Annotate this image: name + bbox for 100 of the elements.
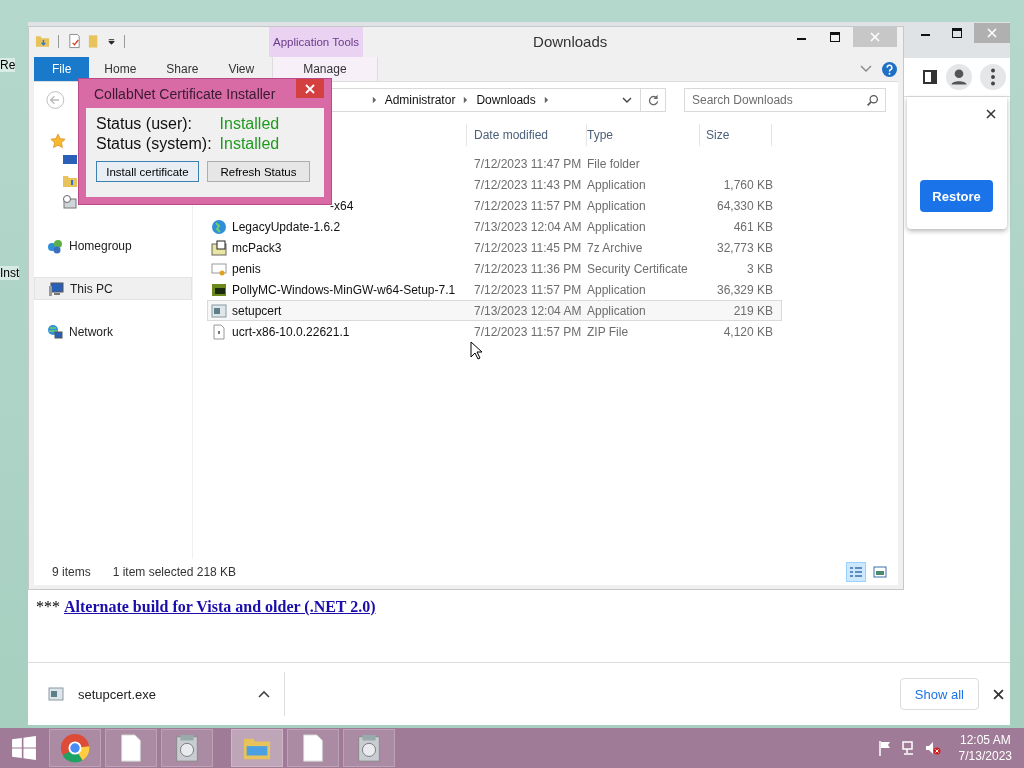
type-cell-text: Application bbox=[587, 177, 647, 192]
selected-file-row[interactable]: setupcert 7/13/2023 12:04 AM Application 219 KB bbox=[207, 300, 782, 321]
network-icon bbox=[47, 323, 63, 340]
date-cell-text: 7/12/2023 11:57 PM bbox=[473, 198, 583, 213]
ribbon-tab[interactable]: Share bbox=[151, 57, 214, 81]
file-row[interactable]: LegacyUpdate-1.6.2 7/13/2023 12:04 AM Application 461 KB bbox=[207, 216, 782, 237]
clock-date[interactable]: 7/13/2023 bbox=[958, 748, 1012, 764]
desktop-icon-label[interactable]: Inst bbox=[0, 266, 20, 280]
dropdown-icon[interactable] bbox=[107, 36, 116, 46]
status-label: Status (user): bbox=[96, 114, 194, 134]
search-field[interactable]: Search Downloads bbox=[684, 88, 886, 112]
side-panel-icon[interactable] bbox=[922, 69, 938, 85]
date-cell-text: 7/12/2023 11:47 PM bbox=[473, 156, 583, 171]
chevron-icon[interactable] bbox=[371, 96, 377, 104]
close-icon[interactable] bbox=[993, 688, 1004, 700]
date-cell-text: 7/13/2023 12:04 AM bbox=[473, 303, 583, 318]
properties-icon[interactable] bbox=[67, 33, 82, 49]
install-button[interactable]: Install certificate bbox=[96, 161, 199, 182]
date-cell-text: 7/13/2023 12:04 AM bbox=[473, 219, 583, 234]
type-cell-text: Application bbox=[587, 282, 647, 297]
size-cell-text: 1,760 KB bbox=[722, 177, 773, 192]
show-all-button[interactable]: Show all bbox=[899, 678, 979, 710]
chevron-icon[interactable] bbox=[463, 96, 469, 104]
breadcrumb-item[interactable]: Administrator bbox=[384, 93, 456, 107]
file-row[interactable]: penis 7/12/2023 11:36 PM Security Certificate 3 KB bbox=[207, 258, 782, 279]
expand-ribbon-icon[interactable] bbox=[860, 65, 872, 73]
start-button[interactable] bbox=[11, 735, 37, 761]
computer-icon bbox=[48, 280, 64, 297]
search-icon[interactable] bbox=[866, 94, 879, 107]
file-tab[interactable]: File bbox=[34, 57, 90, 81]
clock-time[interactable]: 12:05 AM bbox=[959, 732, 1011, 748]
close-button[interactable] bbox=[296, 79, 324, 98]
breadcrumb-item[interactable]: Downloads bbox=[476, 93, 536, 107]
status-value: Installed bbox=[219, 114, 281, 134]
download-link[interactable]: Alternate build for Vista and older (.NET 2.0) bbox=[64, 598, 376, 615]
ribbon-tab[interactable]: View bbox=[213, 57, 270, 81]
refresh-button[interactable]: Refresh Status bbox=[207, 161, 310, 182]
profile-icon[interactable] bbox=[946, 64, 972, 90]
type-cell-text: ZIP File bbox=[587, 324, 630, 339]
help-icon[interactable] bbox=[882, 61, 897, 77]
muted-speaker-icon[interactable] bbox=[924, 740, 941, 756]
chevron-icon[interactable] bbox=[543, 96, 549, 104]
contextual-tab-group: Application Tools bbox=[269, 27, 364, 57]
recent-places-icon[interactable] bbox=[62, 194, 78, 210]
refresh-icon[interactable] bbox=[646, 93, 660, 107]
certificate-icon bbox=[211, 260, 227, 277]
archive-icon bbox=[211, 239, 227, 256]
taskbar-button[interactable] bbox=[287, 729, 339, 767]
date-cell-text: 7/12/2023 11:57 PM bbox=[473, 324, 583, 339]
status-value: Installed bbox=[219, 134, 281, 154]
flag-icon[interactable] bbox=[876, 740, 893, 756]
download-file-name[interactable]: setupcert.exe bbox=[78, 686, 244, 702]
nav-item[interactable]: This PC bbox=[34, 277, 192, 300]
file-name: -x64 bbox=[330, 198, 354, 213]
desktop-icon-label[interactable]: Re bbox=[0, 58, 16, 72]
selection-info: 1 item selected 218 KB bbox=[112, 565, 237, 579]
size-cell-text: 64,330 KB bbox=[715, 198, 773, 213]
dropdown-icon[interactable] bbox=[622, 97, 632, 103]
application-icon bbox=[48, 686, 64, 702]
browser-icon[interactable] bbox=[60, 733, 90, 763]
file-name: mcPack3 bbox=[232, 240, 282, 255]
type-cell-text: File folder bbox=[587, 156, 641, 171]
folder-icon[interactable] bbox=[62, 173, 78, 189]
column-header[interactable]: Size bbox=[699, 124, 772, 146]
caret-icon[interactable] bbox=[258, 690, 270, 698]
taskbar-button[interactable] bbox=[161, 729, 213, 767]
zip-file-icon bbox=[211, 323, 227, 340]
ribbon-tab[interactable]: Manage bbox=[272, 57, 378, 81]
nav-item[interactable]: Network bbox=[34, 321, 192, 342]
size-cell-text: 3 KB bbox=[746, 261, 773, 276]
date-cell-text: 7/12/2023 11:43 PM bbox=[473, 177, 583, 192]
taskbar-button[interactable] bbox=[49, 729, 101, 767]
type-cell-text: Security Certificate bbox=[587, 261, 689, 276]
folder-icon[interactable] bbox=[35, 33, 50, 49]
type-cell-text: 7z Archive bbox=[587, 240, 644, 255]
size-cell-text: 4,120 KB bbox=[722, 324, 773, 339]
file-row[interactable]: PollyMC-Windows-MinGW-w64-Setup-7.1 7/12/2023 11:57 PM Application 36,329 KB bbox=[207, 279, 782, 300]
restore-button[interactable]: Restore bbox=[920, 180, 993, 212]
date-cell-text: 7/12/2023 11:36 PM bbox=[473, 261, 583, 276]
menu-icon[interactable] bbox=[980, 64, 1006, 90]
file-row[interactable]: mcPack3 7/12/2023 11:45 PM 7z Archive 32,773 KB bbox=[207, 237, 782, 258]
column-header[interactable]: Date modified bbox=[466, 124, 586, 146]
taskbar-button[interactable] bbox=[343, 729, 395, 767]
size-cell-text: 36,329 KB bbox=[715, 282, 773, 297]
star-icon[interactable] bbox=[50, 133, 66, 149]
item-count: 9 items bbox=[52, 565, 91, 579]
ribbon-tab[interactable]: Home bbox=[89, 57, 152, 81]
close-icon[interactable] bbox=[986, 109, 996, 119]
file-row[interactable]: ucrt-x86-10.0.22621.1 7/12/2023 11:57 PM ZIP File 4,120 KB bbox=[207, 321, 782, 342]
size-cell-text: 461 KB bbox=[732, 219, 773, 234]
column-header[interactable]: Type bbox=[586, 124, 699, 146]
taskbar-button[interactable] bbox=[105, 729, 157, 767]
file-name: LegacyUpdate-1.6.2 bbox=[232, 219, 341, 234]
nav-item[interactable]: Homegroup bbox=[34, 235, 192, 256]
type-cell-text: Application bbox=[587, 219, 647, 234]
application-icon bbox=[211, 302, 227, 319]
mouse-cursor-icon bbox=[470, 341, 482, 360]
asterisks-text: *** bbox=[36, 598, 60, 615]
status-label: Status (system): bbox=[96, 134, 212, 154]
file-name: ucrt-x86-10.0.22621.1 bbox=[232, 324, 350, 339]
